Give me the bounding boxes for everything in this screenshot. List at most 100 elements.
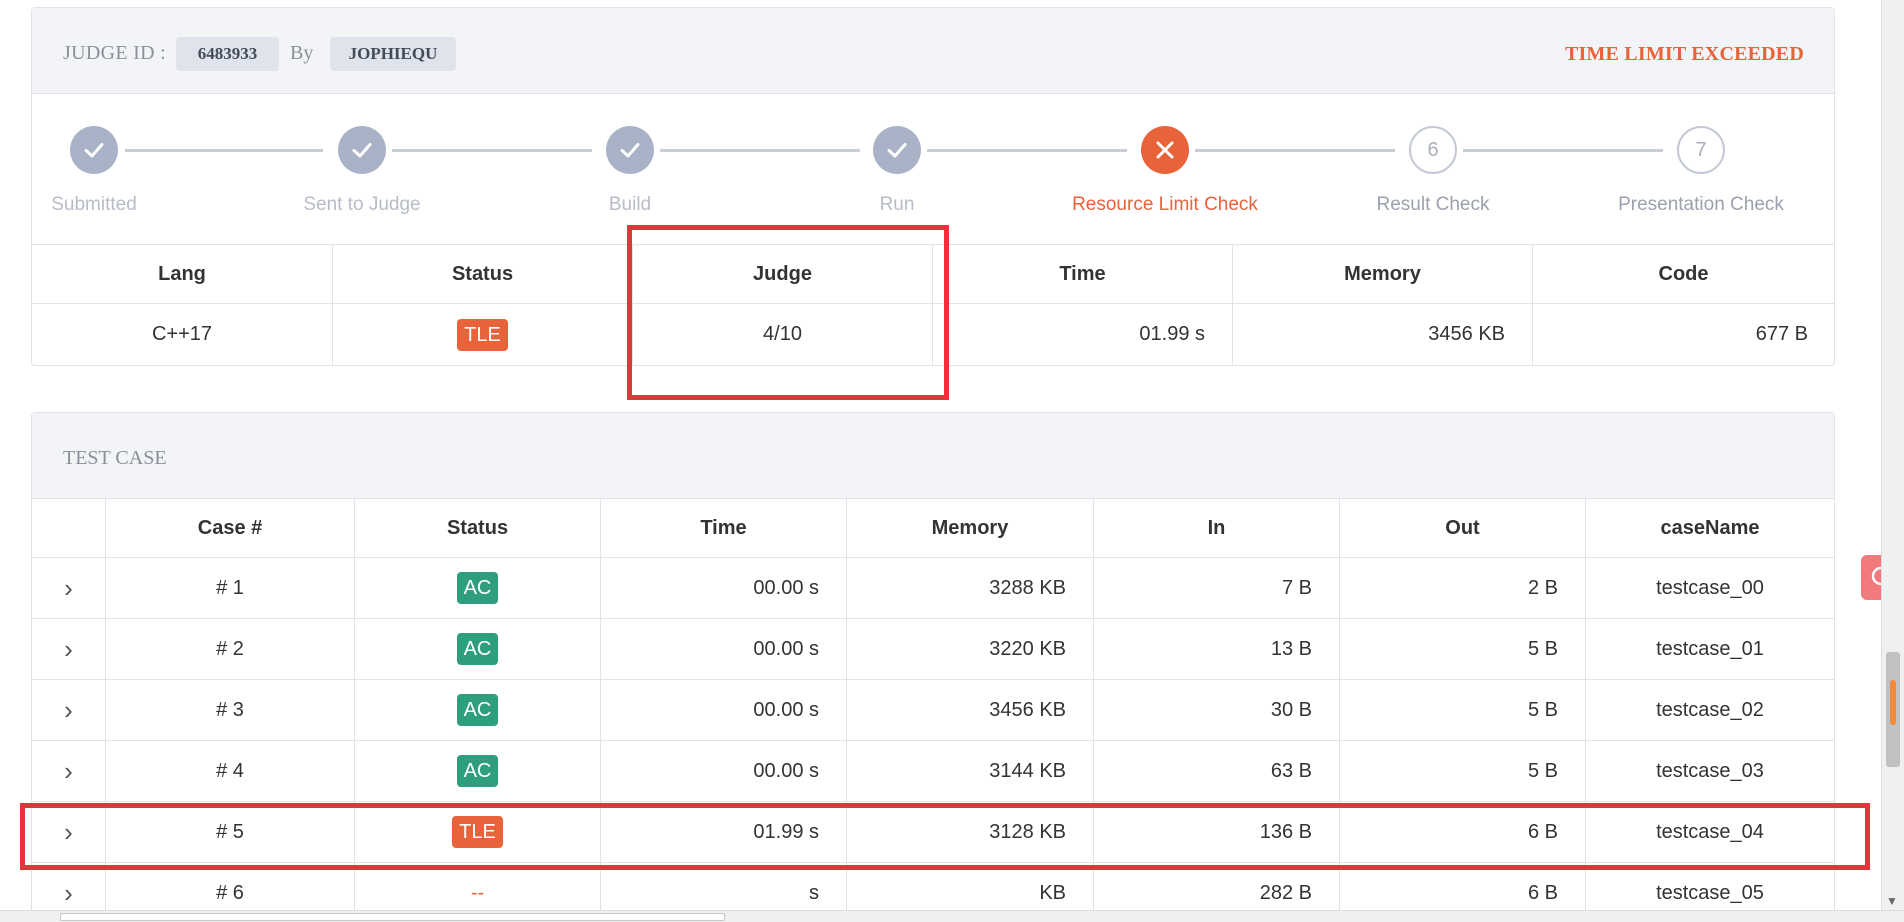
table-row[interactable]: › # 4 AC 00.00 s 3144 KB 63 B5 B testcase_03 [32, 741, 1834, 802]
step-presentation-check: 7 [1677, 126, 1725, 174]
column-header: Time [933, 245, 1233, 303]
judge-card: JUDGE ID : 6483933 By JOPHIEQU TIME LIMI… [31, 7, 1835, 366]
judge-summary-table: Lang Status Judge Time Memory Code C++17… [32, 244, 1834, 365]
column-header: Case # [106, 499, 355, 557]
case-number-cell: # 1 [106, 558, 355, 618]
time-cell: 00.00 s [601, 619, 847, 679]
step-sent-to-judge [338, 126, 386, 174]
vertical-scrollbar[interactable] [1881, 0, 1904, 910]
table-header-row: Case # Status Time Memory In Out caseNam… [32, 499, 1834, 558]
step-label: Presentation Check [1618, 194, 1784, 215]
table-row[interactable]: › # 2 AC 00.00 s 3220 KB 13 B5 B testcase_01 [32, 619, 1834, 680]
check-icon [352, 143, 372, 158]
output-size-cell: 6 B [1340, 802, 1586, 862]
step-label: Resource Limit Check [1072, 194, 1258, 215]
scroll-position-marker [1890, 680, 1896, 725]
memory-cell: 3288 KB [847, 558, 1094, 618]
chevron-right-icon: › [64, 816, 73, 847]
step-connector [1463, 149, 1663, 152]
status-badge: TLE [457, 318, 508, 351]
input-size-cell: 63 B [1094, 741, 1340, 801]
step-number: 7 [1695, 138, 1707, 161]
memory-cell: 3220 KB [847, 619, 1094, 679]
chevron-right-icon: › [64, 633, 73, 664]
case-number-cell: # 4 [106, 741, 355, 801]
test-case-title: TEST CASE [63, 447, 167, 469]
case-name-cell: testcase_03 [1656, 759, 1764, 782]
column-header: Status [355, 499, 601, 557]
horizontal-scroll-thumb[interactable] [60, 913, 725, 921]
expand-row-button[interactable]: › [32, 741, 106, 801]
time-cell: 00.00 s [601, 558, 847, 618]
status-cell: TLE [333, 304, 633, 365]
step-label: Sent to Judge [303, 194, 421, 215]
judge-cell: 4/10 [633, 304, 933, 365]
horizontal-scrollbar[interactable] [0, 910, 1904, 922]
time-cell: 00.00 s [601, 680, 847, 740]
input-size-cell: 30 B [1094, 680, 1340, 740]
step-result-check: 6 [1409, 126, 1457, 174]
memory-cell: 3144 KB [847, 741, 1094, 801]
code-cell[interactable]: 677 B [1533, 304, 1834, 365]
user-badge[interactable]: JOPHIEQU [330, 37, 456, 71]
judge-card-header: JUDGE ID : 6483933 By JOPHIEQU TIME LIMI… [32, 8, 1834, 94]
status-cell: AC [355, 680, 601, 740]
lang-cell: C++17 [32, 304, 333, 365]
chevron-right-icon: › [64, 877, 73, 908]
step-submitted [70, 126, 118, 174]
column-header: Memory [847, 499, 1094, 557]
status-cell: AC [355, 619, 601, 679]
table-row[interactable]: › # 1 AC 00.00 s 3288 KB 7 B2 B testcase_00 [32, 558, 1834, 619]
status-cell: TLE [355, 802, 601, 862]
test-case-card: TEST CASE Case # Status Time Memory In O… [31, 412, 1835, 922]
step-connector [1195, 149, 1395, 152]
output-size-cell: 5 B [1340, 680, 1586, 740]
status-badge: AC [456, 572, 499, 604]
check-icon [84, 143, 104, 158]
scroll-down-arrow-icon[interactable]: ▼ [1886, 894, 1898, 908]
case-number-cell: # 2 [106, 619, 355, 679]
expand-row-button[interactable]: › [32, 558, 106, 618]
case-name-cell: testcase_01 [1656, 637, 1764, 660]
column-header: caseName [1660, 516, 1760, 539]
case-number-cell: # 3 [106, 680, 355, 740]
check-icon [620, 143, 640, 158]
column-header: Memory [1233, 245, 1533, 303]
memory-cell: 3128 KB [847, 802, 1094, 862]
check-icon [887, 143, 907, 158]
expand-row-button[interactable]: › [32, 680, 106, 740]
step-resource-limit-check [1141, 126, 1189, 174]
x-icon [1156, 141, 1174, 159]
column-header: In [1094, 499, 1340, 557]
input-size-cell: 7 B [1094, 558, 1340, 618]
time-cell: 01.99 s [601, 802, 847, 862]
status-badge: TLE [452, 816, 503, 848]
memory-cell: 3456 KB [847, 680, 1094, 740]
table-header-row: Lang Status Judge Time Memory Code [32, 245, 1834, 304]
judge-id-badge: 6483933 [176, 37, 279, 71]
output-size-cell: 5 B [1340, 741, 1586, 801]
status-cell: AC [355, 558, 601, 618]
table-row[interactable]: › # 3 AC 00.00 s 3456 KB 30 B5 B testcase_02 [32, 680, 1834, 741]
status-cell: AC [355, 741, 601, 801]
case-name-cell: testcase_02 [1656, 698, 1764, 721]
case-number-cell: # 5 [106, 802, 355, 862]
status-badge: AC [456, 633, 499, 665]
judge-id-label: JUDGE ID : [63, 42, 166, 64]
output-size-cell: 5 B [1340, 619, 1586, 679]
chevron-right-icon: › [64, 694, 73, 725]
status-badge: AC [456, 694, 499, 726]
step-build [606, 126, 654, 174]
output-size-cell: 2 B [1340, 558, 1586, 618]
step-label: Build [608, 194, 652, 215]
table-row[interactable]: › # 5 TLE 01.99 s 3128 KB 136 B6 B testcase_04 [32, 802, 1834, 863]
expand-row-button[interactable]: › [32, 619, 106, 679]
case-name-cell: testcase_00 [1656, 576, 1764, 599]
step-label: Run [879, 194, 915, 215]
step-connector [125, 149, 323, 152]
verdict-status: TIME LIMIT EXCEEDED [1564, 43, 1804, 65]
chevron-right-icon: › [64, 755, 73, 786]
step-number: 6 [1427, 138, 1439, 161]
expand-row-button[interactable]: › [32, 802, 106, 862]
step-label: Result Check [1376, 194, 1490, 215]
